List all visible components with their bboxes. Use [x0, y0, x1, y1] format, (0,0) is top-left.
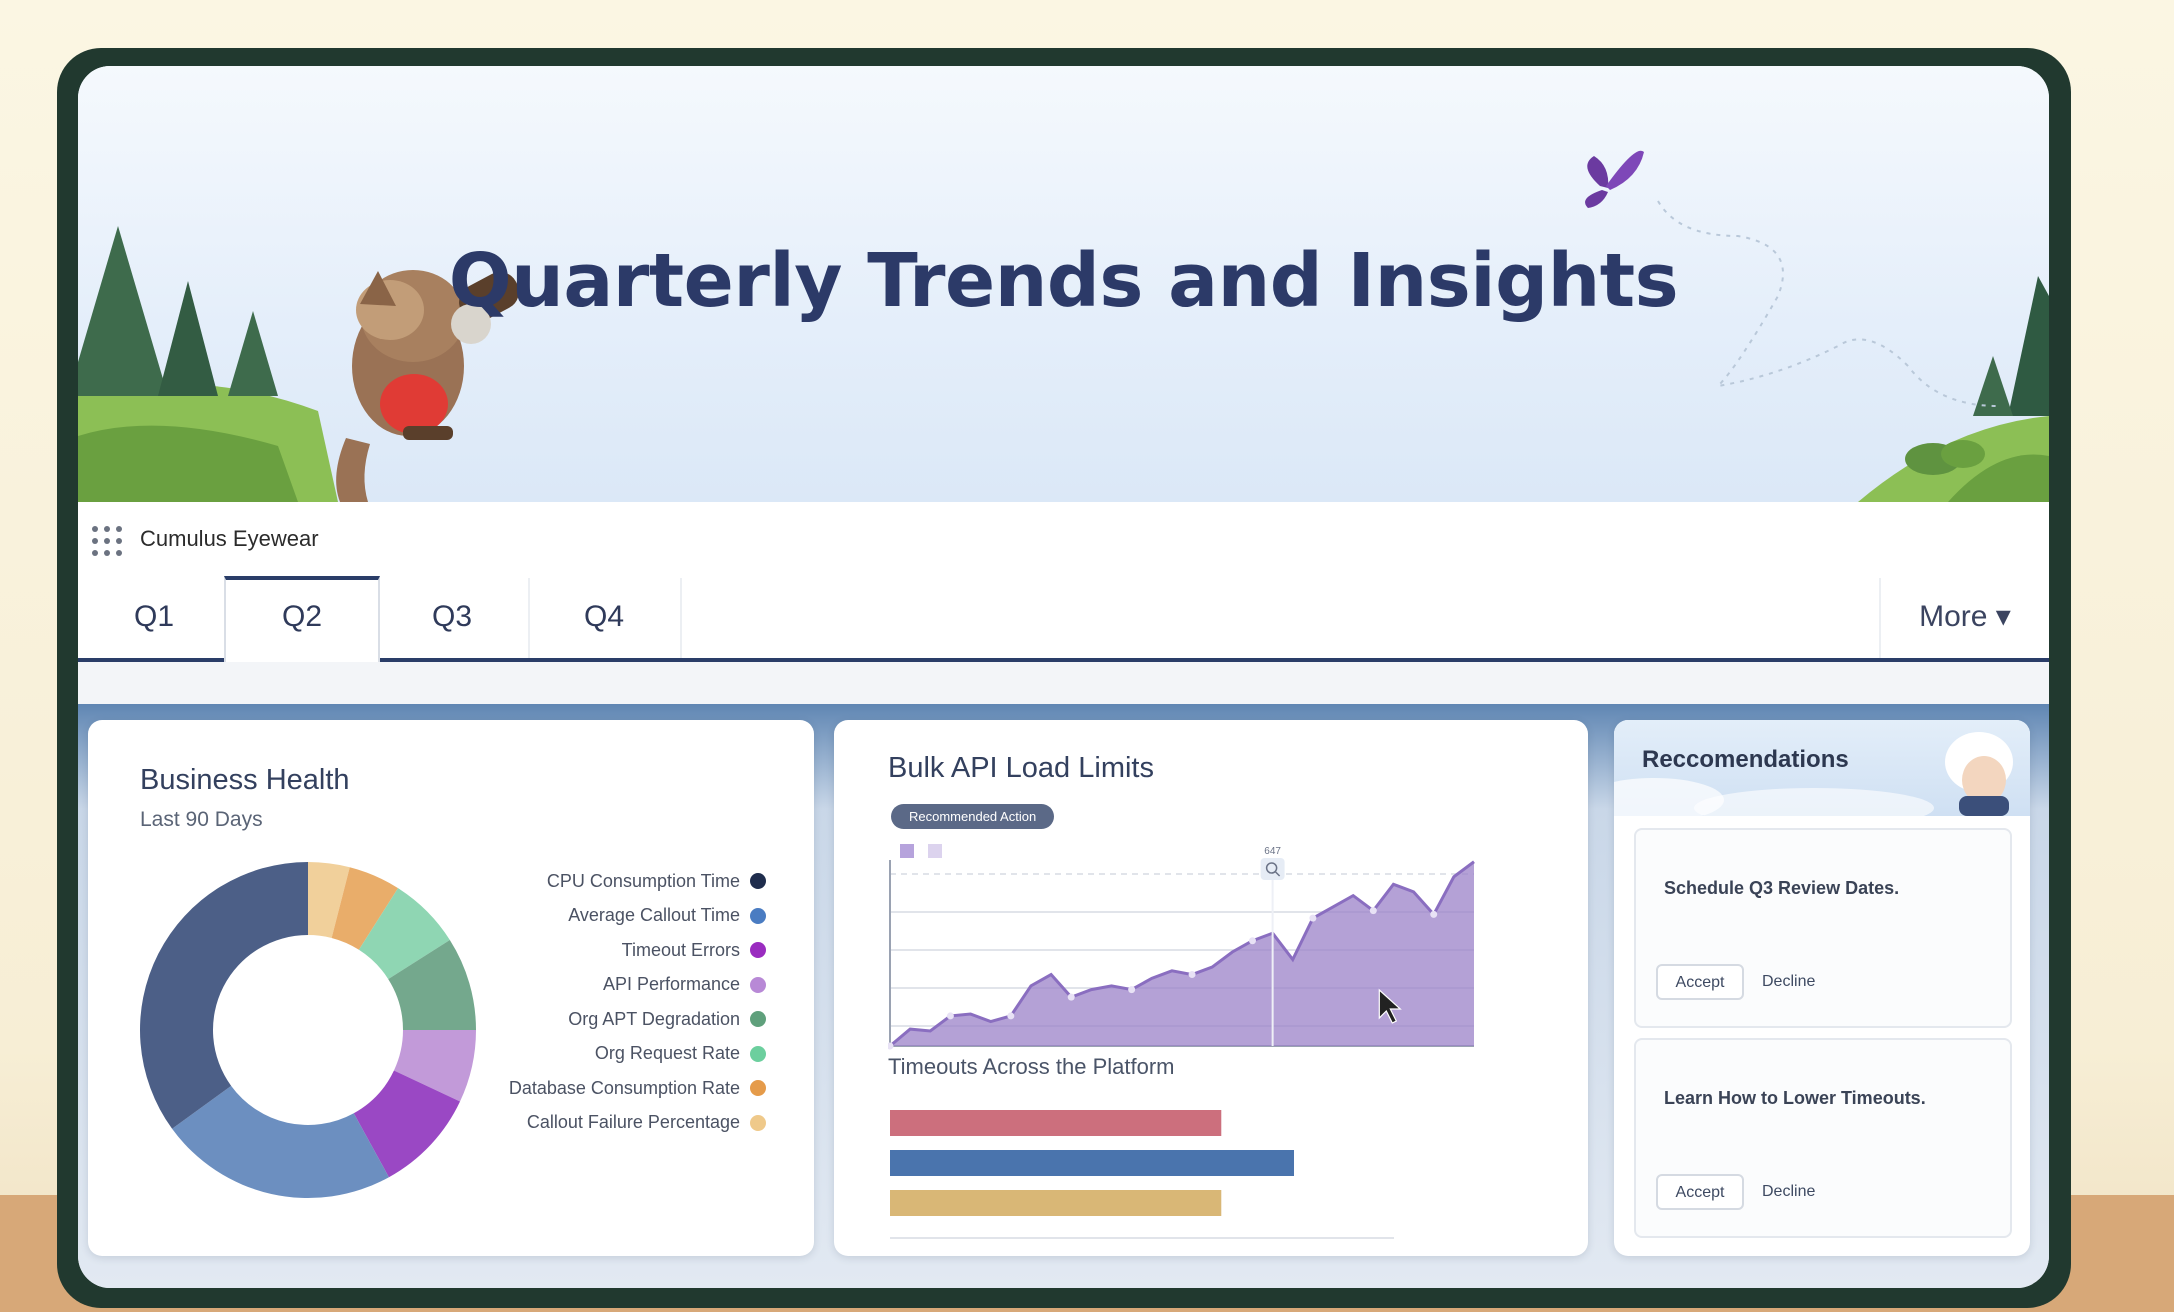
bulk-api-title: Bulk API Load Limits [888, 752, 1154, 784]
series-legend-swatch [900, 844, 914, 858]
legend-item[interactable]: Database Consumption Rate [509, 1075, 766, 1101]
series-legend-swatch [928, 844, 942, 858]
legend-label: CPU Consumption Time [546, 870, 740, 891]
timeout-bar[interactable] [890, 1190, 1222, 1216]
dashboard-body: Business Health Last 90 Days CPU Consump… [78, 704, 2049, 1288]
legend-label: Org Request Rate [594, 1043, 740, 1063]
legend-item[interactable]: Average Callout Time [568, 903, 766, 929]
legend-label: Average Callout Time [568, 905, 740, 925]
app-name[interactable]: Cumulus Eyewear [140, 526, 319, 552]
data-point[interactable] [1369, 907, 1377, 915]
legend-label: Org APT Degradation [568, 1008, 740, 1029]
data-point[interactable] [1309, 914, 1317, 922]
recommendation-text: Learn How to Lower Timeouts. [1664, 1088, 1926, 1108]
timeout-bar[interactable] [890, 1110, 1222, 1136]
recommendations-title: Reccomendations [1642, 746, 1849, 773]
accept-button[interactable]: Accept [1656, 964, 1744, 1000]
quarter-tab-bar: Q1 Q2 Q3 Q4 More ▾ [78, 576, 2049, 666]
recommendation-text: Schedule Q3 Review Dates. [1664, 878, 1900, 898]
legend-swatch [750, 873, 766, 889]
tab-content-spacer [78, 662, 2049, 704]
bulk-api-card: Bulk API Load Limits Recommended Action … [834, 720, 1588, 1256]
data-point[interactable] [1248, 937, 1256, 945]
timeout-bar[interactable] [890, 1150, 1294, 1176]
data-point[interactable] [1188, 971, 1196, 979]
tab-q4[interactable]: Q4 [528, 578, 682, 658]
app-header: Cumulus Eyewear [78, 502, 2049, 580]
decline-button[interactable]: Decline [1762, 964, 1815, 1000]
hover-value-label: 647 [1264, 846, 1281, 857]
legend-swatch [750, 1011, 766, 1027]
legend-swatch [750, 1045, 766, 1062]
legend-label: Database Consumption Rate [508, 1077, 740, 1098]
business-health-title: Business Health [140, 764, 350, 796]
hero-banner: Quarterly Trends and Insights [78, 66, 2049, 502]
legend-item[interactable]: Timeout Errors [622, 937, 766, 963]
area-series[interactable] [890, 861, 1474, 1046]
app-launcher-waffle-icon[interactable] [90, 524, 124, 558]
business-health-card: Business Health Last 90 Days CPU Consump… [88, 720, 814, 1256]
more-tabs-dropdown[interactable]: More ▾ [1879, 578, 2049, 658]
legend-label: Callout Failure Percentage [526, 1112, 740, 1132]
legend-swatch [750, 907, 766, 924]
business-health-subtitle: Last 90 Days [140, 808, 263, 831]
data-point[interactable] [1430, 910, 1438, 918]
data-point[interactable] [1007, 1012, 1015, 1020]
data-point[interactable] [946, 1012, 954, 1020]
legend-label: Timeout Errors [621, 939, 740, 960]
legend-item[interactable]: Org Request Rate [595, 1041, 766, 1067]
recommended-action-badge[interactable]: Recommended Action [891, 804, 1055, 829]
timeouts-bar-chart[interactable] [888, 1098, 1448, 1248]
recommendation-item: Learn How to Lower Timeouts. Accept Decl… [1634, 1038, 2012, 1238]
accept-button[interactable]: Accept [1656, 1174, 1744, 1210]
zoom-icon-bg [1260, 858, 1285, 880]
app-screen: Quarterly Trends and Insights Cumulus Ey… [78, 66, 2049, 1288]
tab-q1[interactable]: Q1 [78, 578, 232, 658]
legend-swatch [750, 1114, 766, 1131]
decline-button[interactable]: Decline [1762, 1174, 1815, 1210]
recommendations-card: Reccomendations Schedule Q3 Review Dates… [1614, 720, 2030, 1256]
tab-q3[interactable]: Q3 [376, 578, 530, 658]
legend-item[interactable]: API Performance [603, 972, 766, 998]
data-point[interactable] [1128, 986, 1136, 994]
bulk-api-area-chart[interactable]: 647 [888, 836, 1478, 1050]
legend-swatch [750, 976, 766, 993]
tab-q2[interactable]: Q2 [224, 576, 380, 666]
butterfly-illustration [1585, 150, 1644, 208]
legend-swatch [750, 942, 766, 958]
donut-slice[interactable] [140, 862, 308, 1129]
data-point[interactable] [1067, 993, 1075, 1001]
legend-item[interactable]: Callout Failure Percentage [527, 1110, 766, 1136]
business-health-donut-chart[interactable] [140, 862, 500, 1222]
legend-swatch [750, 1080, 766, 1096]
recommendations-header: Reccomendations [1614, 720, 2030, 816]
legend-item[interactable]: Org APT Degradation [568, 1006, 766, 1032]
legend-label: API Performance [602, 974, 740, 994]
page-title: Quarterly Trends and Insights [448, 238, 1679, 324]
timeouts-title: Timeouts Across the Platform [888, 1054, 1175, 1079]
recommendation-item: Schedule Q3 Review Dates. Accept Decline [1634, 828, 2012, 1028]
legend-item[interactable]: CPU Consumption Time [547, 868, 766, 894]
